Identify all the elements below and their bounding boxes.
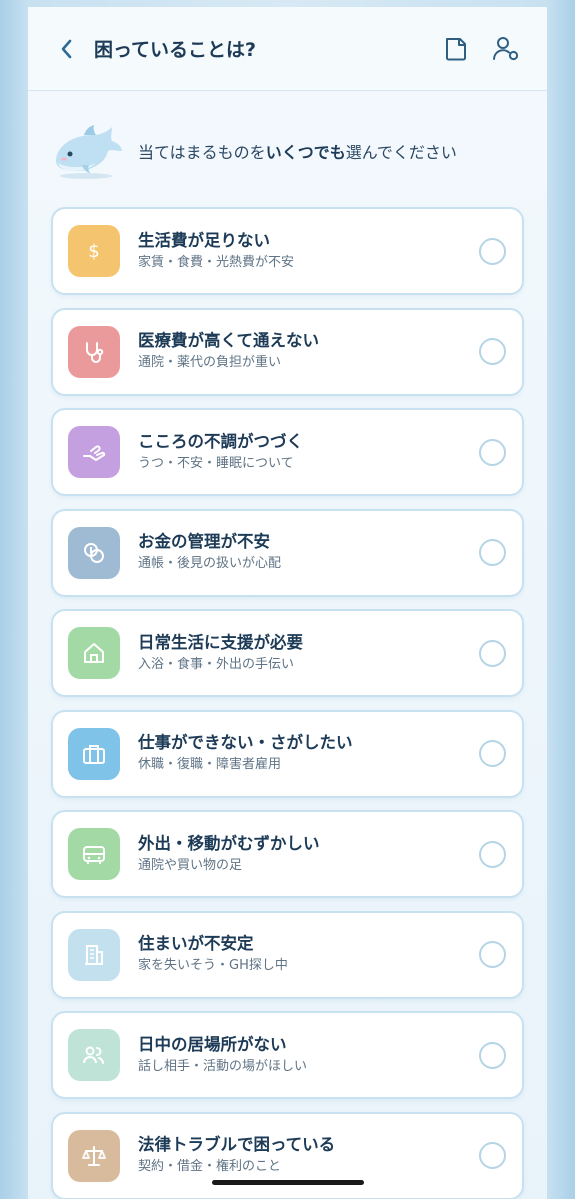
note-button[interactable] xyxy=(441,34,471,64)
option-icon-tile xyxy=(68,426,120,478)
option-texts: 法律トラブルで困っている契約・借金・権利のこと xyxy=(138,1134,479,1177)
concern-option[interactable]: $ 生活費が足りない家賃・食費・光熱費が不安 xyxy=(51,207,524,295)
concern-list: $ 生活費が足りない家賃・食費・光熱費が不安医療費が高くて通えない通院・薬代の負担… xyxy=(28,207,547,1199)
option-icon-tile xyxy=(68,627,120,679)
option-title: 仕事ができない・さがしたい xyxy=(138,733,353,752)
svg-text:$: $ xyxy=(88,241,99,262)
option-subtitle: 通院や買い物の足 xyxy=(138,857,243,873)
coins-icon xyxy=(84,542,104,563)
home-indicator[interactable] xyxy=(212,1180,364,1185)
option-texts: 住まいが不安定家を失いそう・GH探し中 xyxy=(138,933,479,976)
option-radio[interactable] xyxy=(479,840,506,868)
concern-option[interactable]: こころの不調がつづくうつ・不安・睡眠について xyxy=(51,408,524,496)
option-subtitle: 話し相手・活動の場がほしい xyxy=(138,1058,308,1074)
option-title: お金の管理が不安 xyxy=(138,532,270,551)
concern-option[interactable]: 日常生活に支援が必要入浴・食事・外出の手伝い xyxy=(51,609,524,697)
concern-option[interactable]: 法律トラブルで困っている契約・借金・権利のこと xyxy=(51,1111,524,1199)
option-title: 生活費が足りない xyxy=(138,230,270,250)
option-icon-tile xyxy=(68,1029,120,1081)
concern-option[interactable]: 外出・移動がむずかしい通院や買い物の足 xyxy=(51,810,524,898)
option-texts: 日常生活に支援が必要入浴・食事・外出の手伝い xyxy=(138,632,479,675)
concern-option[interactable]: お金の管理が不安通帳・後見の扱いが心配 xyxy=(51,508,524,597)
option-radio[interactable] xyxy=(479,438,506,466)
option-subtitle: うつ・不安・睡眠について xyxy=(138,455,294,471)
option-subtitle: 休職・復職・障害者雇用 xyxy=(138,757,282,772)
scales-icon xyxy=(82,1145,106,1166)
option-radio[interactable] xyxy=(479,740,506,767)
option-texts: こころの不調がつづくうつ・不安・睡眠について xyxy=(138,431,479,474)
option-icon-tile xyxy=(68,828,120,880)
option-icon-tile xyxy=(68,928,120,981)
option-radio[interactable] xyxy=(479,237,506,265)
option-title: 外出・移動がむずかしい xyxy=(138,833,320,853)
option-texts: お金の管理が不安通帳・後見の扱いが心配 xyxy=(138,531,479,574)
option-radio[interactable] xyxy=(479,539,506,566)
concern-option[interactable]: 医療費が高くて通えない通院・薬代の負担が重い xyxy=(51,307,524,396)
option-subtitle: 契約・借金・権利のこと xyxy=(138,1159,282,1174)
dollar-icon: $ xyxy=(88,241,99,262)
concern-option[interactable]: 住まいが不安定家を失いそう・GH探し中 xyxy=(51,910,524,999)
option-icon-tile xyxy=(68,526,120,579)
people-icon xyxy=(83,1046,104,1064)
option-icon-tile xyxy=(68,727,120,780)
chevron-left-icon xyxy=(61,39,72,58)
option-icon-tile xyxy=(68,325,120,378)
briefcase-icon xyxy=(83,744,105,764)
concern-option[interactable]: 仕事ができない・さがしたい休職・復職・障害者雇用 xyxy=(51,709,524,798)
option-title: 法律トラブルで困っている xyxy=(138,1135,336,1154)
option-texts: 仕事ができない・さがしたい休職・復職・障害者雇用 xyxy=(138,732,479,775)
hand-heart-icon xyxy=(83,445,106,461)
option-icon-tile xyxy=(68,1129,120,1182)
option-radio[interactable] xyxy=(479,941,506,968)
option-radio[interactable] xyxy=(479,1041,506,1069)
user-settings-icon xyxy=(493,36,519,60)
option-radio[interactable] xyxy=(479,639,506,667)
option-subtitle: 入浴・食事・外出の手伝い xyxy=(138,656,295,672)
app-screen: 困っていることは? 当てはまるものをいくつでも選んでください $ 生活費が足りない… xyxy=(28,7,547,1199)
concern-option[interactable]: 日中の居場所がない話し相手・活動の場がほしい xyxy=(51,1011,524,1099)
back-button[interactable] xyxy=(52,35,80,63)
option-texts: 生活費が足りない家賃・食費・光熱費が不安 xyxy=(138,230,479,273)
option-title: 日常生活に支援が必要 xyxy=(138,632,303,652)
dolphin-mascot xyxy=(56,125,122,179)
building-icon xyxy=(85,944,103,965)
home-icon xyxy=(84,643,104,663)
note-icon xyxy=(446,37,466,60)
option-texts: 日中の居場所がない話し相手・活動の場がほしい xyxy=(138,1034,479,1077)
bus-icon xyxy=(83,846,105,864)
option-texts: 医療費が高くて通えない通院・薬代の負担が重い xyxy=(138,330,479,373)
option-texts: 外出・移動がむずかしい通院や買い物の足 xyxy=(138,833,479,876)
page-title: 困っていることは? xyxy=(94,39,257,61)
option-subtitle: 家賃・食費・光熱費が不安 xyxy=(138,254,295,270)
option-radio[interactable] xyxy=(479,1142,506,1169)
option-title: こころの不調がつづく xyxy=(138,431,303,451)
option-subtitle: 通院・薬代の負担が重い xyxy=(138,355,282,370)
stethoscope-icon xyxy=(86,341,104,363)
option-subtitle: 家を失いそう・GH探し中 xyxy=(138,958,288,973)
option-subtitle: 通帳・後見の扱いが心配 xyxy=(138,556,282,571)
option-icon-tile: $ xyxy=(68,225,120,277)
profile-button[interactable] xyxy=(491,34,521,64)
option-title: 医療費が高くて通えない xyxy=(138,331,320,350)
option-title: 住まいが不安定 xyxy=(138,934,254,953)
intro: 当てはまるものをいくつでも選んでください xyxy=(50,121,547,181)
option-title: 日中の居場所がない xyxy=(138,1034,287,1054)
option-radio[interactable] xyxy=(479,338,506,365)
intro-text: 当てはまるものをいくつでも選んでください xyxy=(138,143,457,162)
header: 困っていることは? xyxy=(28,7,547,91)
